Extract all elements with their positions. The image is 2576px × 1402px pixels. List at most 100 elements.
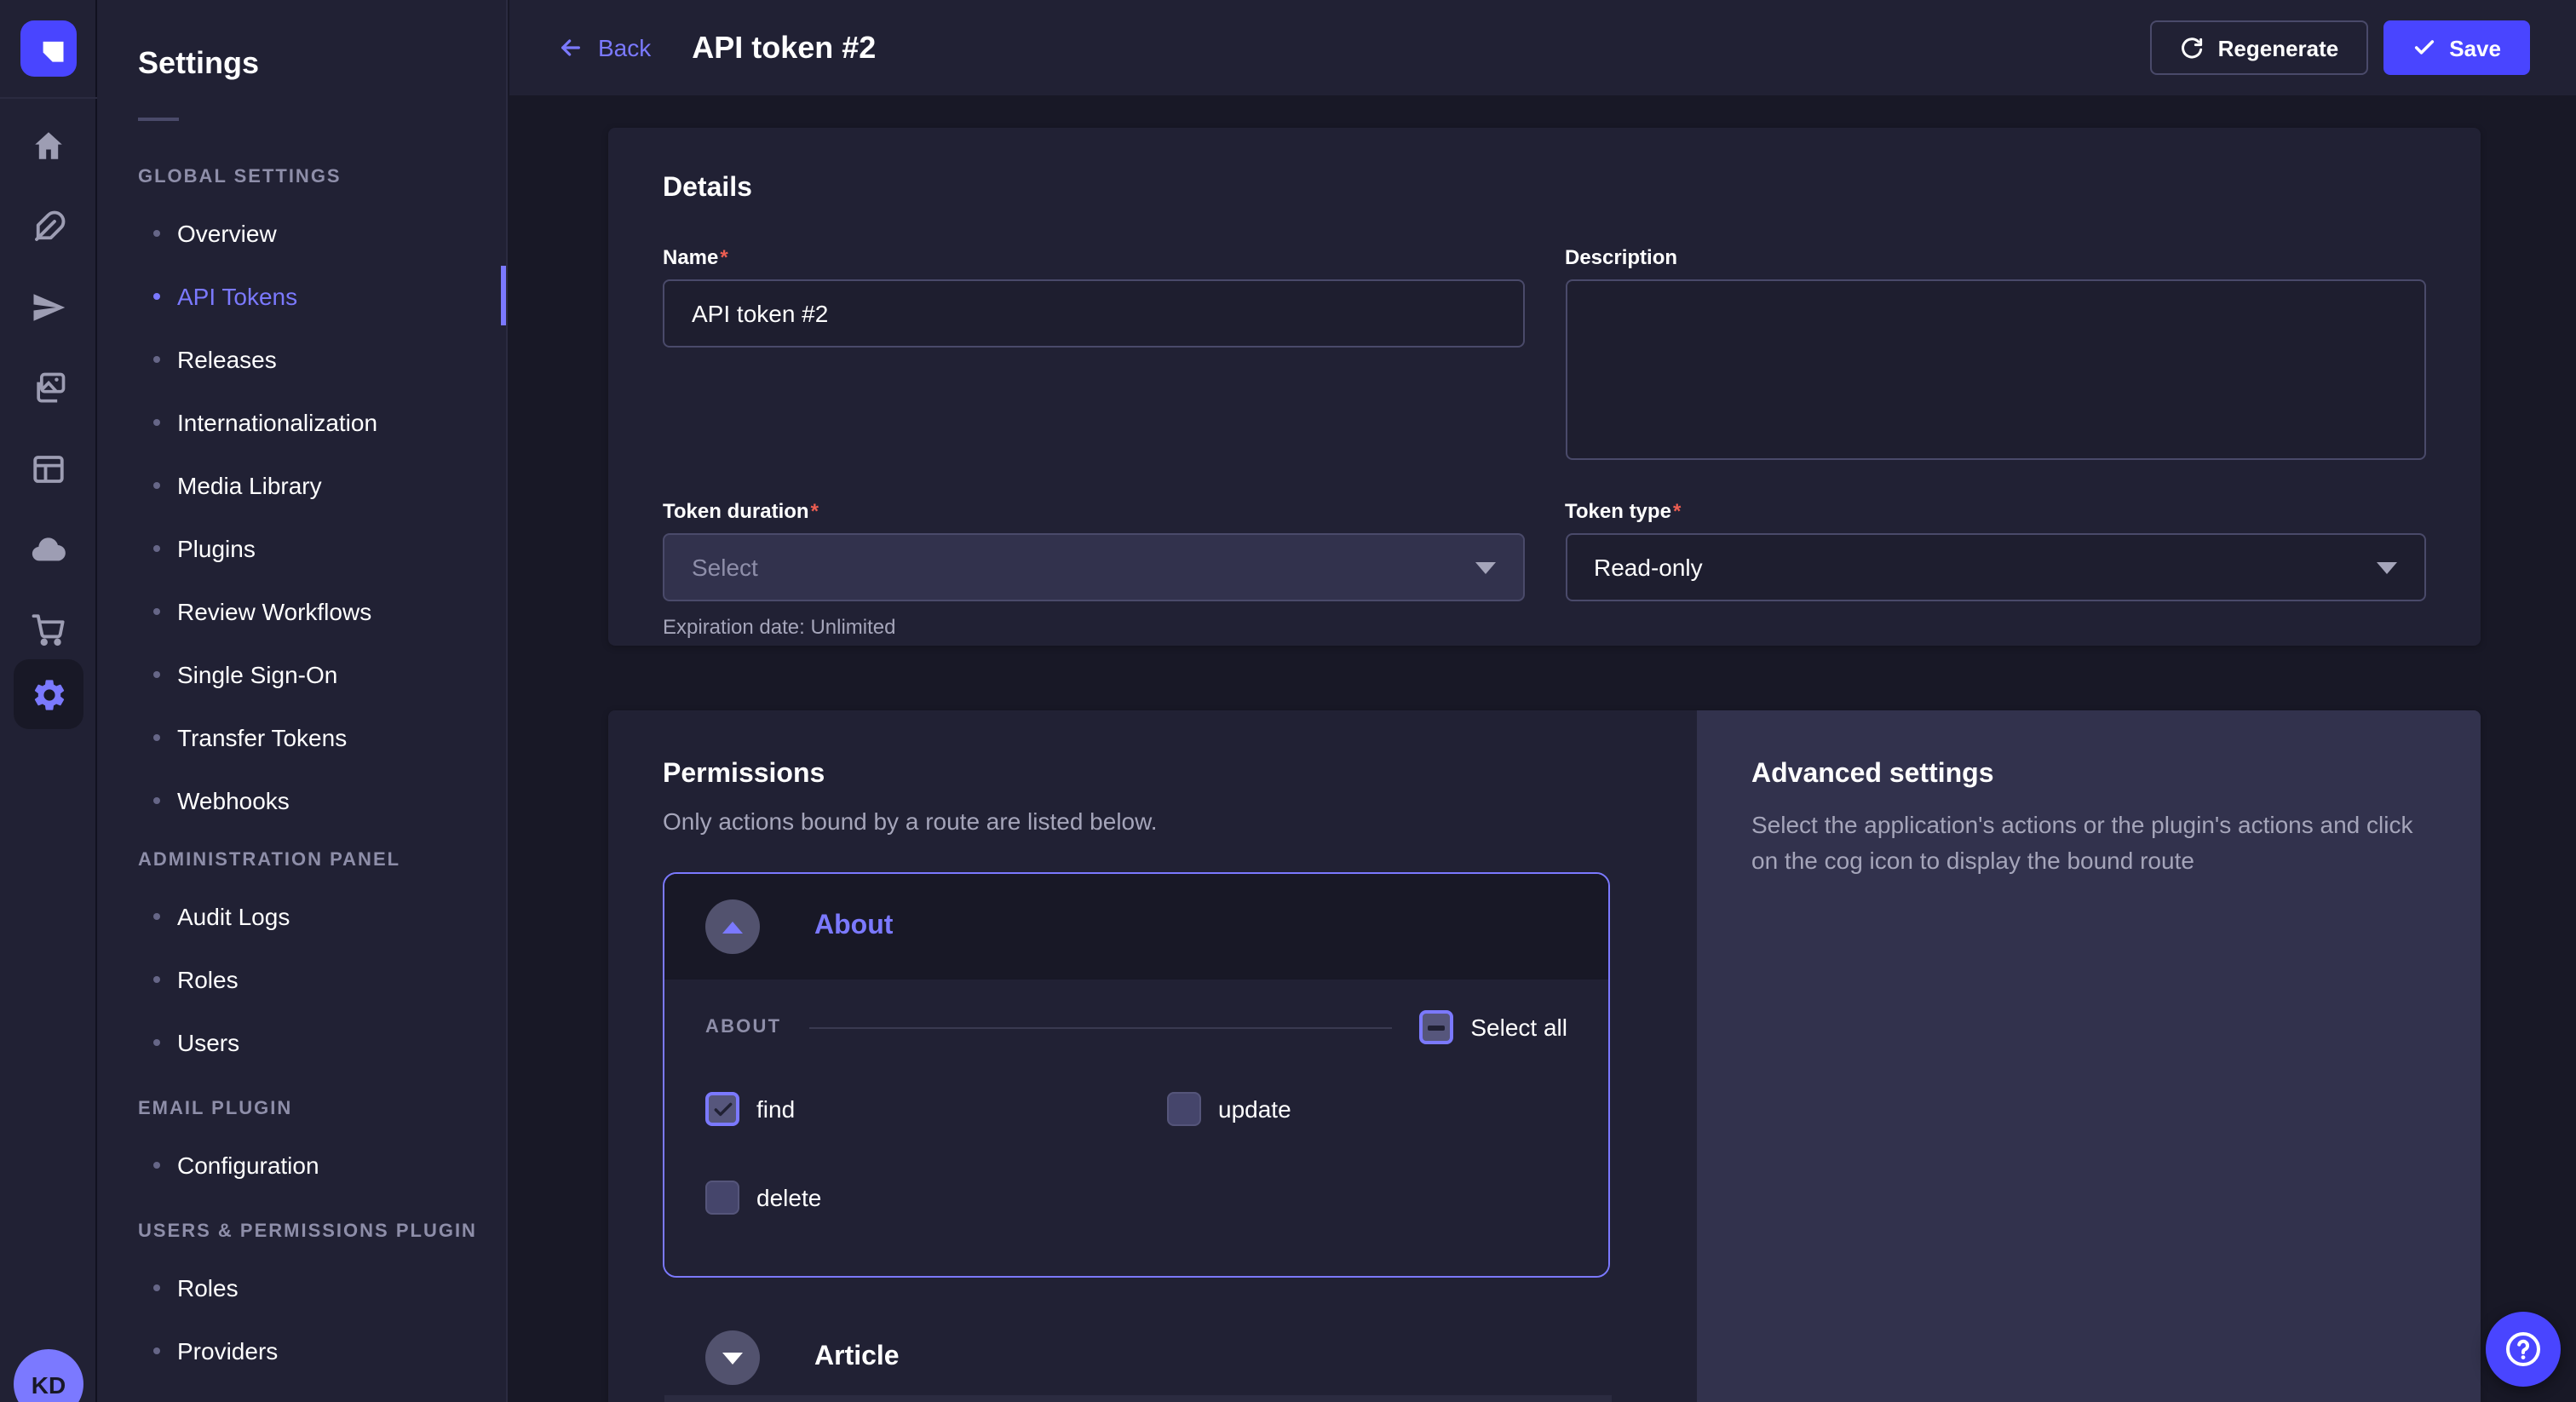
back-label: Back bbox=[598, 34, 651, 61]
cart-icon[interactable] bbox=[0, 598, 97, 659]
help-button[interactable] bbox=[2486, 1312, 2561, 1387]
details-card: Details Name* Description Token duration… bbox=[608, 128, 2481, 646]
section-global-settings: GLOBAL SETTINGS bbox=[138, 165, 506, 189]
sidebar-item-media-library[interactable]: Media Library bbox=[97, 453, 506, 516]
strapi-logo-icon bbox=[30, 30, 67, 67]
delete-checkbox[interactable] bbox=[705, 1181, 739, 1215]
sidebar-item-api-tokens[interactable]: API Tokens bbox=[97, 264, 506, 327]
bullet-icon bbox=[153, 912, 160, 919]
article-accordion-header[interactable]: Article bbox=[664, 1301, 1612, 1402]
permission-action-find: find bbox=[705, 1092, 1167, 1126]
collapse-button[interactable] bbox=[705, 899, 760, 954]
about-accordion-body: ABOUT Select all bbox=[664, 980, 1608, 1276]
question-icon bbox=[2503, 1329, 2544, 1370]
bullet-icon bbox=[153, 1347, 160, 1353]
required-asterisk: * bbox=[1673, 499, 1681, 523]
indeterminate-dash-icon bbox=[1428, 1025, 1445, 1030]
toolbar-divider bbox=[808, 1026, 1392, 1028]
select-all-checkbox[interactable] bbox=[1419, 1010, 1453, 1044]
check-icon bbox=[711, 1098, 733, 1120]
regenerate-button[interactable]: Regenerate bbox=[2150, 20, 2368, 75]
sidebar-item-audit-logs[interactable]: Audit Logs bbox=[97, 884, 506, 947]
sidebar-item-internationalization[interactable]: Internationalization bbox=[97, 390, 506, 453]
required-asterisk: * bbox=[720, 245, 727, 269]
sidebar-item-releases[interactable]: Releases bbox=[97, 327, 506, 390]
permission-action-update: update bbox=[1167, 1092, 1567, 1126]
about-accordion-title: About bbox=[814, 911, 893, 942]
sidebar-item-email-configuration[interactable]: Configuration bbox=[97, 1133, 506, 1196]
advanced-settings-panel: Advanced settings Select the application… bbox=[1697, 710, 2481, 1402]
rail-divider bbox=[0, 97, 97, 99]
settings-sidebar: Settings GLOBAL SETTINGS Overview API To… bbox=[97, 0, 508, 1402]
permission-action-delete: delete bbox=[705, 1181, 1167, 1215]
section-users-permissions-plugin: USERS & PERMISSIONS PLUGIN bbox=[138, 1220, 506, 1244]
bullet-icon bbox=[153, 1284, 160, 1290]
bullet-icon bbox=[153, 292, 160, 299]
token-duration-placeholder: Select bbox=[692, 554, 758, 581]
about-accordion: About ABOUT Select all bbox=[663, 872, 1610, 1278]
sidebar-item-admin-users[interactable]: Users bbox=[97, 1010, 506, 1073]
permissions-panel: Permissions Only actions bound by a rout… bbox=[608, 710, 1697, 1402]
name-input[interactable] bbox=[663, 279, 1524, 348]
sidebar-item-up-roles[interactable]: Roles bbox=[97, 1255, 506, 1319]
select-all-label: Select all bbox=[1470, 1014, 1567, 1041]
sidebar-title: Settings bbox=[97, 0, 506, 85]
layout-icon[interactable] bbox=[0, 438, 97, 499]
accordion-divider bbox=[664, 1395, 1612, 1402]
page-header: Back API token #2 Regenerate Save bbox=[509, 0, 2576, 95]
token-duration-label: Token duration* bbox=[663, 499, 1524, 523]
check-icon bbox=[2412, 36, 2435, 60]
section-administration-panel: ADMINISTRATION PANEL bbox=[138, 848, 506, 872]
description-textarea[interactable] bbox=[1565, 279, 2426, 460]
sidebar-item-plugins[interactable]: Plugins bbox=[97, 516, 506, 579]
token-type-label: Token type* bbox=[1565, 499, 2426, 523]
sidebar-item-transfer-tokens[interactable]: Transfer Tokens bbox=[97, 705, 506, 768]
required-asterisk: * bbox=[811, 499, 819, 523]
update-checkbox[interactable] bbox=[1167, 1092, 1201, 1126]
bullet-icon bbox=[153, 607, 160, 614]
about-accordion-header[interactable]: About bbox=[664, 874, 1608, 980]
user-avatar[interactable]: KD bbox=[14, 1349, 83, 1402]
sidebar-title-rule bbox=[138, 118, 179, 121]
sidebar-item-review-workflows[interactable]: Review Workflows bbox=[97, 579, 506, 642]
save-button[interactable]: Save bbox=[2383, 20, 2530, 75]
details-heading: Details bbox=[663, 172, 2426, 206]
section-email-plugin: EMAIL PLUGIN bbox=[138, 1097, 506, 1121]
bullet-icon bbox=[153, 733, 160, 740]
article-accordion-title: Article bbox=[814, 1342, 900, 1373]
token-type-select[interactable]: Read-only bbox=[1565, 533, 2426, 601]
chevron-down-icon bbox=[722, 1352, 743, 1364]
home-icon[interactable] bbox=[0, 114, 97, 175]
settings-nav-active[interactable] bbox=[14, 659, 83, 729]
bullet-icon bbox=[153, 544, 160, 551]
main-nav-rail: KD bbox=[0, 0, 97, 1402]
find-checkbox[interactable] bbox=[705, 1092, 739, 1126]
refresh-icon bbox=[2179, 35, 2205, 60]
paper-plane-icon[interactable] bbox=[0, 276, 97, 337]
permissions-heading: Permissions bbox=[663, 758, 1642, 792]
expand-button[interactable] bbox=[705, 1330, 760, 1385]
bullet-icon bbox=[153, 418, 160, 425]
strapi-logo[interactable] bbox=[20, 20, 77, 77]
back-button[interactable]: Back bbox=[557, 34, 651, 61]
gear-icon bbox=[30, 675, 67, 713]
chevron-down-icon bbox=[2377, 561, 2397, 573]
sidebar-item-admin-roles[interactable]: Roles bbox=[97, 947, 506, 1010]
feather-icon[interactable] bbox=[0, 196, 97, 257]
token-duration-select[interactable]: Select bbox=[663, 533, 1524, 601]
main-content: Back API token #2 Regenerate Save bbox=[509, 0, 2576, 1402]
sidebar-item-single-sign-on[interactable]: Single Sign-On bbox=[97, 642, 506, 705]
active-indicator bbox=[501, 266, 506, 325]
permissions-card: Permissions Only actions bound by a rout… bbox=[608, 710, 2481, 1402]
media-icon[interactable] bbox=[0, 358, 97, 419]
strapi-admin-app: KD Settings GLOBAL SETTINGS Overview API… bbox=[0, 0, 2576, 1402]
sidebar-item-overview[interactable]: Overview bbox=[97, 201, 506, 264]
cloud-icon[interactable] bbox=[0, 518, 97, 579]
bullet-icon bbox=[153, 975, 160, 982]
about-group-label: ABOUT bbox=[705, 1017, 781, 1037]
sidebar-item-up-providers[interactable]: Providers bbox=[97, 1319, 506, 1382]
sidebar-item-webhooks[interactable]: Webhooks bbox=[97, 768, 506, 831]
page-title: API token #2 bbox=[692, 30, 876, 66]
bullet-icon bbox=[153, 1038, 160, 1045]
name-label: Name* bbox=[663, 245, 1524, 269]
